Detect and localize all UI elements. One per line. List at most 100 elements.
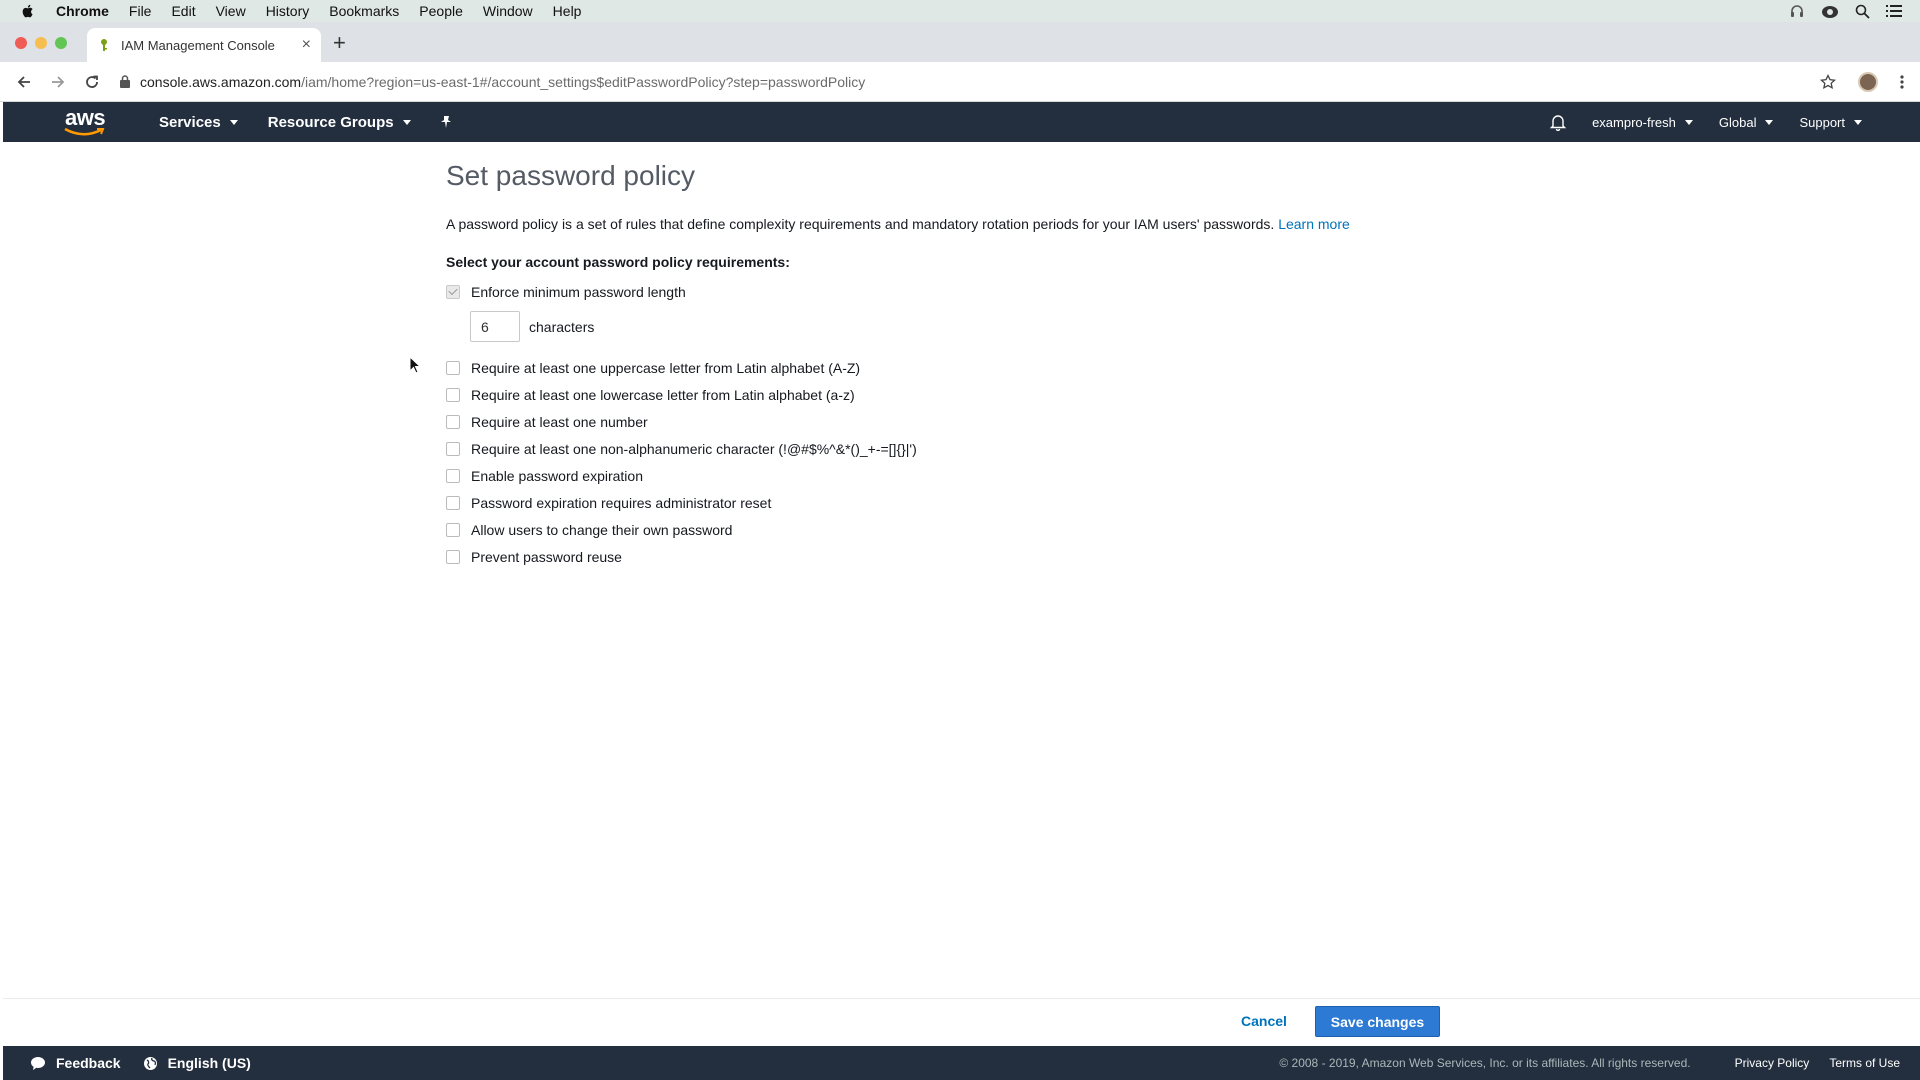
lowercase-label: Require at least one lowercase letter fr… [471,386,855,403]
new-tab-button[interactable]: + [333,30,346,56]
menu-file[interactable]: File [129,3,152,19]
window-maximize-button[interactable] [55,37,67,49]
prevent-reuse-checkbox[interactable] [446,549,460,564]
uppercase-checkbox[interactable] [446,360,460,375]
enforce-min-length-label: Enforce minimum password length [471,283,686,300]
page-description: A password policy is a set of rules that… [446,216,1446,232]
enforce-min-length-checkbox[interactable] [446,284,460,299]
services-label: Services [159,113,221,131]
resource-groups-label: Resource Groups [267,113,394,131]
support-menu[interactable]: Support [1799,115,1862,130]
menu-help[interactable]: Help [553,3,582,19]
more-options-icon[interactable] [1900,74,1904,90]
allow-change-option[interactable]: Allow users to change their own password [446,516,1446,543]
browser-tab[interactable]: IAM Management Console × [87,28,321,62]
expiration-label: Enable password expiration [471,467,643,484]
min-length-row: characters [470,311,1446,342]
symbol-option[interactable]: Require at least one non-alphanumeric ch… [446,435,1446,462]
number-checkbox[interactable] [446,414,460,429]
symbol-checkbox[interactable] [446,441,460,456]
privacy-policy-link[interactable]: Privacy Policy [1735,1056,1810,1070]
profile-avatar[interactable] [1858,71,1878,92]
region-caret-icon [1765,119,1774,125]
copyright-text: © 2008 - 2019, Amazon Web Services, Inc.… [1279,1056,1691,1070]
resource-groups-caret-icon [402,119,411,125]
menu-edit[interactable]: Edit [171,3,195,19]
tab-title: IAM Management Console [121,37,275,53]
creative-cloud-icon[interactable] [1821,3,1839,19]
reload-icon[interactable] [82,72,102,92]
aws-logo[interactable]: aws [63,105,113,137]
uppercase-label: Require at least one uppercase letter fr… [471,359,861,376]
number-label: Require at least one number [471,413,648,430]
apple-icon[interactable] [20,3,36,19]
admin-reset-option[interactable]: Password expiration requires administrat… [446,489,1446,516]
allow-change-label: Allow users to change their own password [471,521,733,538]
services-menu[interactable]: Services [159,114,238,131]
back-icon[interactable] [14,72,34,92]
url-path: /iam/home?region=us-east-1#/account_sett… [301,73,866,90]
feedback-button[interactable]: Feedback [30,1055,121,1071]
page-title: Set password policy [446,160,696,191]
menu-people[interactable]: People [419,3,463,19]
terms-of-use-link[interactable]: Terms of Use [1829,1056,1900,1070]
menu-history[interactable]: History [266,3,310,19]
address-bar[interactable]: console.aws.amazon.com/iam/home?region=u… [120,74,865,90]
window-minimize-button[interactable] [35,37,47,49]
characters-label: characters [529,318,595,335]
region-menu[interactable]: Global [1719,115,1774,130]
pin-icon[interactable] [439,115,453,129]
lock-icon [120,75,130,88]
number-option[interactable]: Require at least one number [446,408,1446,435]
forward-icon[interactable] [48,72,68,92]
spotlight-search-icon[interactable] [1855,4,1870,19]
resource-groups-menu[interactable]: Resource Groups [268,114,411,131]
language-selector[interactable]: English (US) [143,1055,251,1071]
headphones-icon[interactable] [1789,3,1805,19]
admin-reset-checkbox[interactable] [446,495,460,510]
region-name: Global [1718,114,1757,130]
tab-close-icon[interactable]: × [302,36,311,54]
menu-window[interactable]: Window [483,3,533,19]
bookmark-star-icon[interactable] [1820,73,1836,90]
admin-reset-label: Password expiration requires administrat… [471,494,772,511]
browser-toolbar: console.aws.amazon.com/iam/home?region=u… [0,62,1920,102]
lowercase-option[interactable]: Require at least one lowercase letter fr… [446,381,1446,408]
save-changes-button[interactable]: Save changes [1315,1006,1440,1037]
allow-change-checkbox[interactable] [446,522,460,537]
prevent-reuse-option[interactable]: Prevent password reuse [446,543,1446,570]
console-footer: Feedback English (US) © 2008 - 2019, Ama… [3,1046,1920,1080]
description-text: A password policy is a set of rules that… [446,216,1275,232]
aws-console-header: aws Services Resource Groups exampro-fre… [3,102,1920,142]
iam-key-icon [101,39,107,51]
macos-menu-bar: Chrome File Edit View History Bookmarks … [0,0,1920,22]
feedback-label: Feedback [56,1055,121,1071]
symbol-label: Require at least one non-alphanumeric ch… [471,440,917,457]
url-host: console.aws.amazon.com [140,73,302,90]
support-label: Support [1799,114,1845,130]
lowercase-checkbox[interactable] [446,387,460,402]
account-name: exampro-fresh [1592,114,1676,130]
account-caret-icon [1684,119,1693,125]
expiration-checkbox[interactable] [446,468,460,483]
enforce-min-length-option[interactable]: Enforce minimum password length [446,278,1446,305]
menu-bookmarks[interactable]: Bookmarks [329,3,399,19]
mouse-cursor-icon [409,356,421,374]
learn-more-link[interactable]: Learn more [1278,216,1350,232]
expiration-option[interactable]: Enable password expiration [446,462,1446,489]
prevent-reuse-label: Prevent password reuse [471,548,622,565]
menu-chrome[interactable]: Chrome [56,3,109,19]
language-label: English (US) [167,1055,251,1071]
window-close-button[interactable] [15,37,27,49]
cancel-button[interactable]: Cancel [1241,1013,1287,1029]
notification-center-icon[interactable] [1886,4,1902,18]
requirements-heading: Select your account password policy requ… [446,254,790,270]
notifications-bell-icon[interactable] [1550,114,1567,131]
support-caret-icon [1854,119,1862,125]
action-bar: Cancel Save changes [3,998,1920,1046]
menu-view[interactable]: View [216,3,246,19]
uppercase-option[interactable]: Require at least one uppercase letter fr… [446,354,1446,381]
min-length-input[interactable] [470,311,520,342]
account-menu[interactable]: exampro-fresh [1592,115,1693,130]
browser-tab-strip: IAM Management Console × + [0,22,1920,62]
